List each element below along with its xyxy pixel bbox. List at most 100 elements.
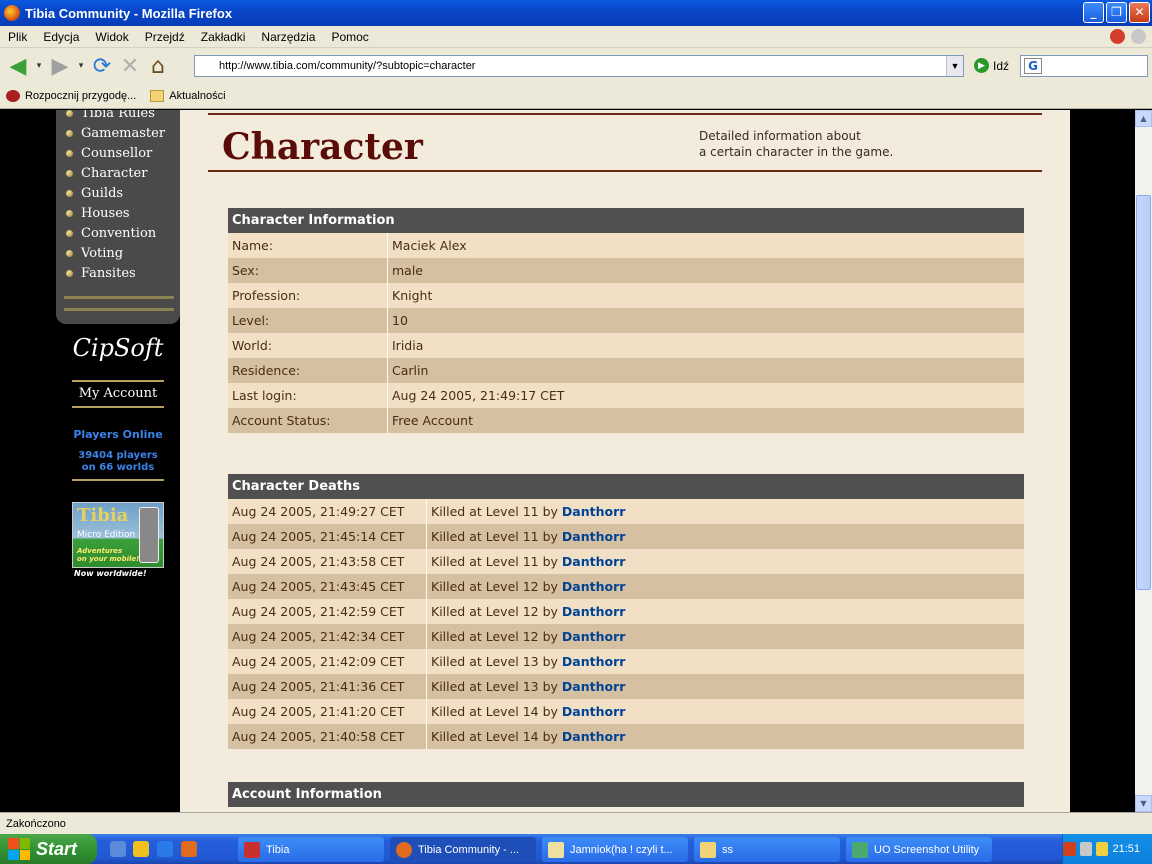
- firefox-icon[interactable]: [181, 841, 197, 857]
- killer-link[interactable]: Danthorr: [562, 629, 626, 644]
- search-input[interactable]: G: [1020, 55, 1148, 77]
- start-button[interactable]: Start: [0, 834, 97, 864]
- screenshot-utility-icon: [852, 841, 868, 858]
- stop-icon[interactable]: ✕: [116, 52, 144, 80]
- google-search-icon[interactable]: G: [1024, 58, 1042, 74]
- table-row: Aug 24 2005, 21:42:09 CET Killed at Level…: [228, 649, 1024, 674]
- field-label: Last login:: [228, 383, 388, 408]
- maximize-button[interactable]: ❐: [1106, 2, 1127, 23]
- nav-item-tibia-rules[interactable]: Tibia Rules: [66, 110, 155, 121]
- bookmark-item[interactable]: Rozpocznij przygodę...: [6, 90, 136, 102]
- url-dropdown-icon[interactable]: ▼: [946, 56, 963, 76]
- volume-icon[interactable]: [1079, 842, 1092, 856]
- minimize-button[interactable]: _: [1083, 2, 1104, 23]
- my-account-button[interactable]: My Account: [72, 380, 164, 408]
- back-history-dropdown-icon[interactable]: ▾: [32, 52, 46, 80]
- killer-link[interactable]: Danthorr: [562, 704, 626, 719]
- players-online-label[interactable]: Players Online: [72, 428, 164, 441]
- go-button[interactable]: ▶ Idź: [974, 58, 1009, 73]
- task-folder[interactable]: ss: [694, 837, 840, 862]
- worlds-count-line: on 66 worlds: [81, 462, 155, 473]
- death-text: Killed at Level 11 by: [431, 529, 558, 544]
- reload-icon[interactable]: ⟳: [88, 52, 116, 80]
- nav-item-guilds[interactable]: Guilds: [66, 186, 123, 201]
- task-email[interactable]: Jamniok(ha ! czyli t...: [542, 837, 688, 862]
- nav-label: Houses: [81, 206, 130, 221]
- scroll-thumb[interactable]: [1136, 195, 1151, 590]
- menu-bookmarks[interactable]: Zakładki: [193, 30, 254, 44]
- clock[interactable]: 21:51: [1112, 843, 1140, 855]
- death-text: Killed at Level 12 by: [431, 629, 558, 644]
- media-player-icon[interactable]: [133, 841, 149, 857]
- table-row: Aug 24 2005, 21:41:36 CET Killed at Level…: [228, 674, 1024, 699]
- tray-app-icon[interactable]: [1095, 842, 1109, 856]
- heading-border-bottom: [208, 170, 1042, 172]
- menu-go[interactable]: Przejdź: [137, 30, 193, 44]
- folder-icon: [150, 90, 165, 102]
- field-value: Free Account: [392, 413, 473, 428]
- killer-link[interactable]: Danthorr: [562, 729, 626, 744]
- forward-arrow-icon[interactable]: ▶: [46, 52, 74, 80]
- back-arrow-icon[interactable]: ◀: [4, 52, 32, 80]
- death-text: Killed at Level 11 by: [431, 504, 558, 519]
- internet-explorer-icon[interactable]: [157, 841, 173, 857]
- killer-link[interactable]: Danthorr: [562, 504, 626, 519]
- nav-item-convention[interactable]: Convention: [66, 226, 156, 241]
- update-alert-icon[interactable]: [1110, 29, 1125, 44]
- nav-item-gamemaster[interactable]: Gamemaster: [66, 126, 165, 141]
- field-value: 10: [392, 313, 408, 328]
- menu-edit[interactable]: Edycja: [35, 30, 87, 44]
- table-row: Last login: Aug 24 2005, 21:49:17 CET: [228, 383, 1024, 408]
- players-count[interactable]: 39404 players on 66 worlds: [72, 450, 164, 481]
- tray-app-icon[interactable]: [1063, 842, 1076, 856]
- task-tibia[interactable]: Tibia: [238, 837, 384, 862]
- task-uo-screenshot[interactable]: UO Screenshot Utility: [846, 837, 992, 862]
- nav-item-houses[interactable]: Houses: [66, 206, 130, 221]
- nav-label: Convention: [81, 226, 157, 241]
- task-firefox[interactable]: Tibia Community - ...: [390, 837, 536, 862]
- killer-link[interactable]: Danthorr: [562, 529, 626, 544]
- close-button[interactable]: ✕: [1129, 2, 1150, 23]
- killer-link[interactable]: Danthorr: [562, 604, 626, 619]
- nav-item-character[interactable]: Character: [66, 166, 147, 181]
- killer-link[interactable]: Danthorr: [562, 679, 626, 694]
- death-text: Killed at Level 14 by: [431, 704, 558, 719]
- menu-file[interactable]: Plik: [0, 30, 35, 44]
- page-description: Detailed information about a certain cha…: [699, 128, 939, 160]
- heading-border-top: [208, 113, 1042, 115]
- home-icon[interactable]: ⌂: [144, 52, 172, 80]
- vertical-scrollbar[interactable]: ▲ ▼: [1135, 110, 1152, 812]
- menu-help[interactable]: Pomoc: [323, 30, 376, 44]
- death-date: Aug 24 2005, 21:40:58 CET: [228, 724, 427, 749]
- scroll-up-icon[interactable]: ▲: [1135, 110, 1152, 127]
- killer-link[interactable]: Danthorr: [562, 579, 626, 594]
- forward-history-dropdown-icon[interactable]: ▾: [74, 52, 88, 80]
- firefox-icon: [396, 841, 412, 858]
- show-desktop-icon[interactable]: [110, 841, 126, 857]
- nav-item-fansites[interactable]: Fansites: [66, 266, 136, 281]
- tibia-micro-edition-banner[interactable]: Tibia Micro Edition Adventures on your mo…: [72, 502, 164, 568]
- bullet-icon: [66, 170, 73, 177]
- firefox-icon: [6, 90, 20, 102]
- menu-tools[interactable]: Narzędzia: [253, 30, 323, 44]
- death-description: Killed at Level 12 by Danthorr: [427, 624, 625, 649]
- table-row: Name: Maciek Alex: [228, 233, 1024, 258]
- system-tray: 21:51: [1062, 834, 1152, 864]
- killer-link[interactable]: Danthorr: [562, 654, 626, 669]
- window-titlebar: Tibia Community - Mozilla Firefox _ ❐ ✕: [0, 0, 1152, 26]
- url-bar[interactable]: http://www.tibia.com/community/?subtopic…: [194, 55, 964, 77]
- nav-item-voting[interactable]: Voting: [66, 246, 123, 261]
- bookmark-folder[interactable]: Aktualności: [150, 90, 226, 102]
- nav-item-counsellor[interactable]: Counsellor: [66, 146, 152, 161]
- scroll-down-icon[interactable]: ▼: [1135, 795, 1152, 812]
- cipsoft-logo[interactable]: CipSoft: [72, 334, 164, 362]
- url-text: http://www.tibia.com/community/?subtopic…: [219, 60, 476, 72]
- killer-link[interactable]: Danthorr: [562, 554, 626, 569]
- death-description: Killed at Level 11 by Danthorr: [427, 549, 625, 574]
- nav-label: Tibia Rules: [81, 110, 155, 121]
- death-text: Killed at Level 12 by: [431, 579, 558, 594]
- field-label: Account Status:: [228, 408, 388, 433]
- table-header: Character Deaths: [228, 474, 1024, 499]
- menu-view[interactable]: Widok: [87, 30, 136, 44]
- death-description: Killed at Level 11 by Danthorr: [427, 524, 625, 549]
